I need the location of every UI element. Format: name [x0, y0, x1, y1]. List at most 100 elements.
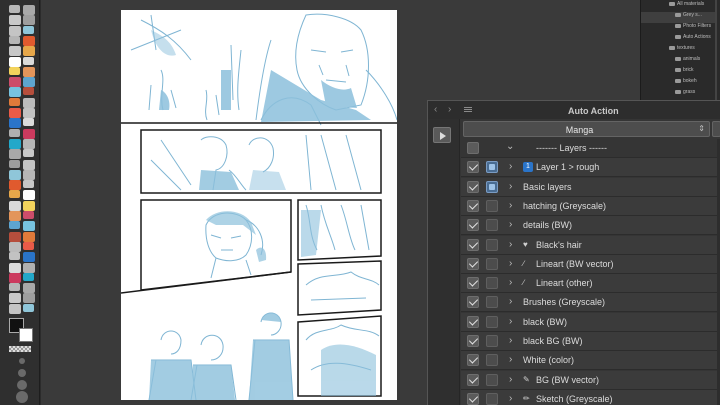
- action-row[interactable]: › details (BW): [461, 216, 720, 236]
- tool-icon[interactable]: [9, 200, 21, 211]
- row-dialog-toggle[interactable]: [486, 335, 498, 347]
- chevron-right-icon[interactable]: ›: [509, 374, 512, 385]
- tool-icon[interactable]: [9, 108, 21, 118]
- row-enable-checkbox[interactable]: [467, 219, 479, 232]
- row-enable-checkbox[interactable]: [467, 161, 479, 174]
- transparent-color-swatch[interactable]: [9, 346, 31, 352]
- tool-icon[interactable]: [23, 241, 34, 250]
- tool-icon[interactable]: [23, 159, 35, 170]
- tool-icon[interactable]: [9, 159, 20, 168]
- action-row[interactable]: › ♥ Black's hair: [461, 235, 720, 255]
- tool-icon[interactable]: [23, 283, 35, 294]
- row-dialog-toggle[interactable]: [486, 277, 498, 290]
- row-enable-checkbox[interactable]: [467, 296, 479, 309]
- tool-icon[interactable]: [23, 66, 35, 77]
- tool-icon[interactable]: [23, 87, 34, 96]
- row-dialog-toggle[interactable]: [486, 296, 498, 309]
- tool-icon[interactable]: [23, 97, 35, 108]
- row-dialog-toggle[interactable]: [486, 180, 498, 193]
- row-enable-checkbox[interactable]: [467, 142, 479, 154]
- tool-icon[interactable]: [9, 211, 21, 221]
- tool-icon[interactable]: [9, 252, 20, 261]
- background-color-swatch[interactable]: [19, 328, 33, 342]
- tool-icon[interactable]: [23, 25, 34, 34]
- material-scrollbar[interactable]: [715, 0, 717, 100]
- tool-icon[interactable]: [9, 128, 20, 137]
- panel-back-icon[interactable]: ‹: [434, 104, 437, 115]
- tool-icon[interactable]: [9, 303, 21, 314]
- tool-icon[interactable]: [23, 108, 35, 118]
- tool-icon[interactable]: [23, 252, 35, 263]
- tool-icon[interactable]: [23, 262, 35, 273]
- brush-size-dot[interactable]: [16, 391, 28, 403]
- tool-icon[interactable]: [23, 221, 35, 232]
- action-row[interactable]: › Basic layers: [461, 177, 720, 197]
- tool-icon[interactable]: [9, 180, 21, 191]
- action-row[interactable]: › White (color): [461, 351, 720, 371]
- action-row[interactable]: › ∕ Lineart (other): [461, 274, 720, 294]
- material-folder[interactable]: All materials: [641, 1, 715, 12]
- chevron-right-icon[interactable]: ›: [509, 258, 512, 269]
- tool-icon[interactable]: [9, 118, 21, 129]
- row-enable-checkbox[interactable]: [467, 199, 479, 212]
- tool-icon[interactable]: [23, 303, 34, 312]
- tool-icon[interactable]: [9, 46, 21, 57]
- action-row[interactable]: › black BG (BW): [461, 332, 720, 351]
- tool-icon[interactable]: [9, 66, 20, 75]
- tool-icon[interactable]: [23, 200, 35, 211]
- action-set-menu-button[interactable]: [712, 121, 720, 137]
- tool-icon[interactable]: [23, 180, 34, 189]
- action-row[interactable]: › ✏ Sketch (Greyscale): [461, 389, 720, 405]
- tool-icon[interactable]: [9, 241, 21, 252]
- chevron-right-icon[interactable]: ›: [509, 296, 512, 307]
- tool-icon[interactable]: [23, 35, 35, 46]
- brush-size-dot[interactable]: [18, 369, 26, 377]
- row-dialog-toggle[interactable]: [486, 219, 498, 232]
- tool-icon[interactable]: [9, 77, 21, 88]
- row-enable-checkbox[interactable]: [467, 315, 479, 328]
- row-enable-checkbox[interactable]: [467, 180, 479, 193]
- panel-forward-icon[interactable]: ›: [448, 104, 451, 115]
- row-enable-checkbox[interactable]: [467, 354, 479, 367]
- row-dialog-toggle[interactable]: [486, 238, 498, 251]
- tool-icon[interactable]: [9, 25, 21, 36]
- tool-icon[interactable]: [9, 56, 21, 67]
- chevron-right-icon[interactable]: ›: [509, 277, 512, 288]
- material-folder[interactable]: Auto Actions: [641, 34, 715, 45]
- chevron-right-icon[interactable]: ›: [509, 316, 512, 327]
- tool-icon[interactable]: [9, 138, 21, 149]
- tool-icon[interactable]: [23, 77, 35, 88]
- material-folder[interactable]: animals: [641, 56, 715, 67]
- tool-icon[interactable]: [9, 169, 21, 180]
- action-header-row[interactable]: ⌄ ------- Layers ------: [461, 139, 720, 158]
- tool-icon[interactable]: [23, 138, 35, 149]
- chevron-down-icon[interactable]: ⌄: [506, 141, 514, 152]
- row-enable-checkbox[interactable]: [467, 335, 479, 347]
- tool-icon[interactable]: [23, 56, 34, 65]
- tool-icon[interactable]: [23, 46, 35, 57]
- tool-icon[interactable]: [9, 35, 20, 44]
- tool-icon[interactable]: [23, 190, 35, 201]
- tool-icon[interactable]: [23, 5, 35, 15]
- tool-icon[interactable]: [23, 118, 34, 127]
- action-row[interactable]: › black (BW): [461, 312, 720, 332]
- tool-icon[interactable]: [9, 262, 21, 273]
- row-dialog-toggle[interactable]: [486, 315, 498, 328]
- action-set-select[interactable]: Manga ⇕: [463, 121, 710, 137]
- action-row[interactable]: › Brushes (Greyscale): [461, 293, 720, 313]
- tool-icon[interactable]: [23, 15, 35, 26]
- material-folder[interactable]: textures: [641, 45, 715, 56]
- tool-icon[interactable]: [9, 5, 20, 13]
- chevron-right-icon[interactable]: ›: [509, 393, 512, 404]
- material-folder[interactable]: Photo Filters: [641, 23, 715, 34]
- brush-size-dot[interactable]: [17, 380, 27, 390]
- tool-icon[interactable]: [9, 87, 21, 98]
- chevron-right-icon[interactable]: ›: [509, 335, 512, 346]
- material-folder[interactable]: brick: [641, 67, 715, 78]
- tool-icon[interactable]: [23, 169, 35, 180]
- tool-icon[interactable]: [9, 221, 20, 230]
- row-enable-checkbox[interactable]: [467, 277, 479, 290]
- tool-icon[interactable]: [9, 293, 21, 304]
- tool-icon[interactable]: [23, 211, 34, 219]
- tool-icon[interactable]: [23, 293, 35, 304]
